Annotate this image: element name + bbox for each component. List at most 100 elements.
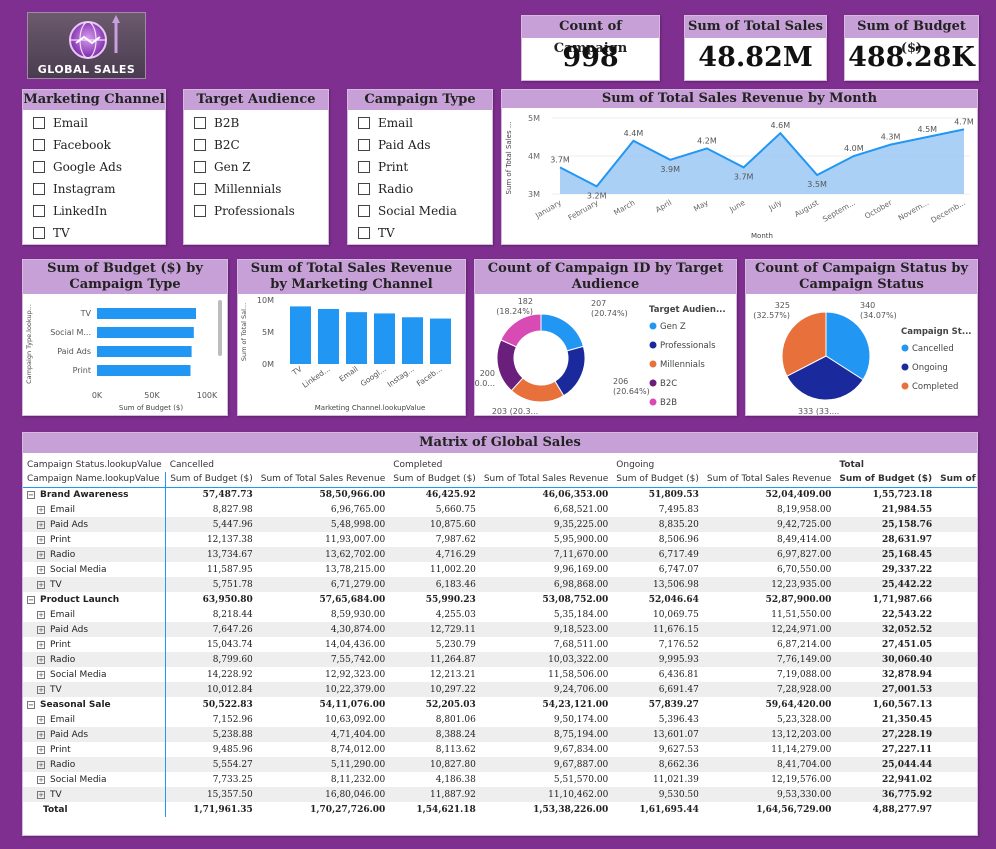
table-row[interactable]: + Email 8,218.44 8,59,930.00 4,255.03 5,35,18… [23, 607, 977, 622]
expand-icon[interactable]: + [37, 730, 45, 739]
matrix-table: Campaign Status.lookupValue Cancelled Comp… [23, 457, 977, 817]
slicer-option-tv[interactable]: TV [23, 222, 165, 244]
checkbox[interactable] [33, 139, 45, 151]
table-row[interactable]: + Social Media 11,587.95 13,78,215.00 11,002… [23, 562, 977, 577]
expand-icon[interactable]: + [37, 580, 45, 589]
slicer-option-millennials[interactable]: Millennials [184, 178, 328, 200]
expand-icon[interactable]: + [37, 640, 45, 649]
table-row[interactable]: + Email 8,827.98 6,96,765.00 5,660.75 6,68,52… [23, 502, 977, 517]
legend-title: Campaign St... [901, 327, 972, 337]
slicer-option-print[interactable]: Print [348, 156, 492, 178]
checkbox[interactable] [33, 117, 45, 129]
checkbox[interactable] [194, 161, 206, 173]
checkbox[interactable] [358, 139, 370, 151]
expand-icon[interactable]: + [37, 790, 45, 799]
slicer-option-b2c[interactable]: B2C [184, 134, 328, 156]
table-row[interactable]: + TV 15,357.50 16,80,046.00 11,887.92 11,10,4… [23, 787, 977, 802]
data-label: 333 (33.... [798, 407, 839, 416]
table-cell: 25,442.22 [882, 579, 933, 590]
table-row[interactable]: + Radio 5,554.27 5,11,290.00 10,827.80 9,67,8… [23, 757, 977, 772]
table-cell: 1,53,38,226.00 [533, 804, 609, 815]
chart-status-count: Count of Campaign Status by Campaign Sta… [745, 259, 978, 416]
checkbox[interactable] [33, 183, 45, 195]
checkbox[interactable] [194, 183, 206, 195]
data-label: 4.4M [624, 129, 644, 138]
checkbox[interactable] [194, 117, 206, 129]
slicer-option-facebook[interactable]: Facebook [23, 134, 165, 156]
slicer-option-instagram[interactable]: Instagram [23, 178, 165, 200]
expand-icon[interactable]: + [37, 625, 45, 634]
table-row[interactable]: + Paid Ads 5,238.88 4,71,404.00 8,388.24 8,75… [23, 727, 977, 742]
row-label: + Email [23, 607, 167, 622]
column-header: Sum of Total [940, 474, 977, 485]
checkbox[interactable] [194, 205, 206, 217]
table-cell: 4,716.29 [435, 549, 476, 560]
checkbox[interactable] [194, 139, 206, 151]
table-row[interactable]: + Radio 13,734.67 13,62,702.00 4,716.29 7,11,… [23, 547, 977, 562]
expand-icon[interactable]: + [37, 760, 45, 769]
collapse-icon[interactable]: − [27, 490, 35, 499]
slicer-title: Campaign Type [348, 90, 492, 110]
table-row[interactable]: + Print 15,043.74 14,04,436.00 5,230.79 7,68,… [23, 637, 977, 652]
slicer-option-email[interactable]: Email [23, 112, 165, 134]
table-row[interactable]: + Paid Ads 7,647.26 4,30,874.00 12,729.11 9,1… [23, 622, 977, 637]
table-group-row[interactable]: − Seasonal Sale 50,522.83 54,11,076.00 52,20… [23, 697, 977, 712]
expand-icon[interactable]: + [37, 655, 45, 664]
expand-icon[interactable]: + [37, 565, 45, 574]
checkbox[interactable] [358, 227, 370, 239]
table-row[interactable]: + Paid Ads 5,447.96 5,48,998.00 10,875.60 9,3… [23, 517, 977, 532]
table-cell: 54,11,076.00 [319, 699, 386, 710]
expand-icon[interactable]: + [37, 745, 45, 754]
x-tick-label: Linked... [301, 364, 332, 390]
kpi-title: Sum of Budget ($) [845, 16, 978, 56]
expand-icon[interactable]: + [37, 685, 45, 694]
table-cell: 5,23,328.00 [776, 714, 832, 725]
expand-icon[interactable]: + [37, 775, 45, 784]
table-row[interactable]: + Radio 8,799.60 7,55,742.00 11,264.87 10,03,… [23, 652, 977, 667]
table-row[interactable]: + TV 5,751.78 6,71,279.00 6,183.46 6,98,868.0… [23, 577, 977, 592]
expand-icon[interactable]: + [37, 505, 45, 514]
slicer-option-professionals[interactable]: Professionals [184, 200, 328, 222]
table-group-row[interactable]: − Product Launch 63,950.80 57,65,684.00 55,9… [23, 592, 977, 607]
slicer-option-paid-ads[interactable]: Paid Ads [348, 134, 492, 156]
checkbox[interactable] [33, 205, 45, 217]
slicer-option-google-ads[interactable]: Google Ads [23, 156, 165, 178]
slicer-option-social-media[interactable]: Social Media [348, 200, 492, 222]
slicer-option-linkedin[interactable]: LinkedIn [23, 200, 165, 222]
checkbox[interactable] [358, 161, 370, 173]
table-cell: 9,530.50 [658, 789, 699, 800]
table-row[interactable]: + Email 7,152.96 10,63,092.00 8,801.06 9,50,1… [23, 712, 977, 727]
collapse-icon[interactable]: − [27, 700, 35, 709]
kpi-value: 48.82M [698, 42, 813, 73]
slicer-option-tv[interactable]: TV [348, 222, 492, 244]
slicer-option-radio[interactable]: Radio [348, 178, 492, 200]
table-cell: 6,717.49 [658, 549, 699, 560]
expand-icon[interactable]: + [37, 610, 45, 619]
table-row[interactable]: + Social Media 14,228.92 12,92,323.00 12,213… [23, 667, 977, 682]
table-row[interactable]: + TV 10,012.84 10,22,379.00 10,297.22 9,24,70… [23, 682, 977, 697]
expand-icon[interactable]: + [37, 520, 45, 529]
slicer-option-email[interactable]: Email [348, 112, 492, 134]
expand-icon[interactable]: + [37, 535, 45, 544]
expand-icon[interactable]: + [37, 670, 45, 679]
row-label: + Print [23, 637, 167, 652]
expand-icon[interactable]: + [37, 715, 45, 724]
collapse-icon[interactable]: − [27, 595, 35, 604]
expand-icon[interactable]: + [37, 550, 45, 559]
matrix-title: Matrix of Global Sales [23, 433, 977, 453]
slicer-option-b2b[interactable]: B2B [184, 112, 328, 134]
table-cell: 8,835.20 [658, 519, 699, 530]
matrix-header-row: Campaign Name.lookupValue Sum of Budget (… [23, 472, 977, 487]
checkbox[interactable] [358, 183, 370, 195]
slicer-option-gen-z[interactable]: Gen Z [184, 156, 328, 178]
checkbox[interactable] [358, 205, 370, 217]
x-tick-label: Faceb... [415, 364, 444, 388]
table-group-row[interactable]: − Brand Awareness 57,487.73 58,50,966.00 46,… [23, 487, 977, 502]
table-cell: 12,137.38 [206, 534, 253, 545]
checkbox[interactable] [33, 161, 45, 173]
table-row[interactable]: + Print 12,137.38 11,93,007.00 7,987.62 5,95,… [23, 532, 977, 547]
checkbox[interactable] [33, 227, 45, 239]
table-row[interactable]: + Social Media 7,733.25 8,11,232.00 4,186.38… [23, 772, 977, 787]
checkbox[interactable] [358, 117, 370, 129]
table-row[interactable]: + Print 9,485.96 8,74,012.00 8,113.62 9,67,83… [23, 742, 977, 757]
